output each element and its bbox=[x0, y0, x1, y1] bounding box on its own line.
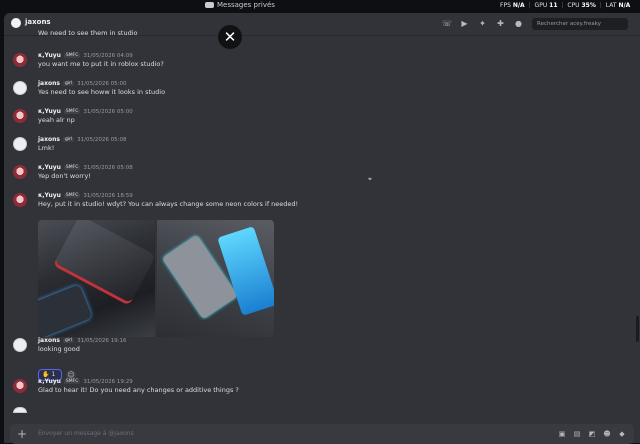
message-text: Lmk! bbox=[38, 144, 55, 152]
message-text: Glad to hear it! Do you need any changes… bbox=[38, 386, 239, 394]
message-meta: κ,Yuyu SMFC 31/05/2026 18:59 bbox=[38, 192, 133, 199]
profile-icon[interactable]: ● bbox=[514, 19, 523, 28]
call-icon[interactable]: ☏ bbox=[442, 19, 452, 28]
search-input[interactable]: Rechercher acey.freaky bbox=[532, 18, 628, 30]
image-attachments bbox=[38, 220, 274, 337]
message-text-partial: We need to see them in studio bbox=[38, 29, 138, 37]
avatar[interactable] bbox=[13, 53, 27, 67]
message-meta: κ,Yuyu SMFC 31/05/2026 05:08 bbox=[38, 164, 133, 171]
mouse-cursor-icon: ⌖ bbox=[368, 175, 372, 183]
title-bar: Messages privés FPS N/A | GPU 11 | CPU 3… bbox=[0, 0, 640, 13]
avatar[interactable] bbox=[13, 109, 27, 123]
window-title: Messages privés bbox=[205, 1, 275, 9]
emoji-icon[interactable]: ☻ bbox=[603, 430, 611, 438]
close-icon[interactable]: ✕ bbox=[218, 25, 242, 49]
gif-icon[interactable]: ▤ bbox=[573, 430, 581, 438]
sticker-icon[interactable]: ◩ bbox=[588, 430, 596, 438]
avatar[interactable] bbox=[13, 165, 27, 179]
avatar[interactable] bbox=[13, 338, 27, 352]
add-friends-icon[interactable]: ✚ bbox=[496, 19, 505, 28]
avatar[interactable] bbox=[13, 407, 27, 413]
message-text: Yes need to see howw it looks in studio bbox=[38, 88, 166, 96]
pin-icon[interactable]: ✦ bbox=[478, 19, 487, 28]
message-meta: κ,Yuyu SMFC 31/05/2026 19:29 bbox=[38, 378, 133, 385]
apps-icon[interactable]: ◆ bbox=[618, 430, 626, 438]
message-text: Hey, put it in studio! wdyt? You can alw… bbox=[38, 200, 299, 208]
message-meta: jaxons girl 31/05/2026 05:08 bbox=[38, 136, 127, 143]
avatar[interactable] bbox=[13, 137, 27, 151]
message-text: Yep don't worry! bbox=[38, 172, 91, 180]
message-meta: κ,Yuyu SMFC 31/05/2026 05:00 bbox=[38, 108, 133, 115]
scrollbar[interactable] bbox=[636, 316, 639, 342]
message-meta: jaxons girl 31/05/2026 05:00 bbox=[38, 80, 127, 87]
plus-icon[interactable]: + bbox=[16, 428, 28, 440]
attachment-image[interactable] bbox=[157, 220, 274, 337]
video-icon[interactable]: ▶ bbox=[460, 19, 469, 28]
header-avatar[interactable] bbox=[11, 18, 21, 28]
message-composer[interactable]: + Envoyer un message à @jaxons ▣ ▤ ◩ ☻ ◆ bbox=[10, 424, 634, 444]
message-text: you want me to put it in roblox studio? bbox=[38, 60, 164, 68]
message-text: yeah alr np bbox=[38, 116, 75, 124]
message-input[interactable]: Envoyer un message à @jaxons bbox=[38, 430, 134, 437]
channel-name[interactable]: jaxons bbox=[25, 18, 51, 26]
avatar[interactable] bbox=[13, 81, 27, 95]
message-meta: jaxons girl 31/05/2026 19:16 bbox=[38, 337, 127, 344]
message-text: looking good bbox=[38, 345, 80, 353]
discord-icon bbox=[205, 2, 214, 8]
performance-overlay: FPS N/A | GPU 11 | CPU 35% | LAT N/A bbox=[500, 2, 631, 9]
avatar[interactable] bbox=[13, 379, 27, 393]
message-meta: κ,Yuyu SMFC 31/05/2026 04:09 bbox=[38, 52, 133, 59]
attachment-image[interactable] bbox=[38, 220, 156, 337]
gift-icon[interactable]: ▣ bbox=[558, 430, 566, 438]
chat-area: jaxons ☏ ▶ ✦ ✚ ● Rechercher acey.freaky … bbox=[4, 13, 640, 444]
avatar[interactable] bbox=[13, 193, 27, 207]
